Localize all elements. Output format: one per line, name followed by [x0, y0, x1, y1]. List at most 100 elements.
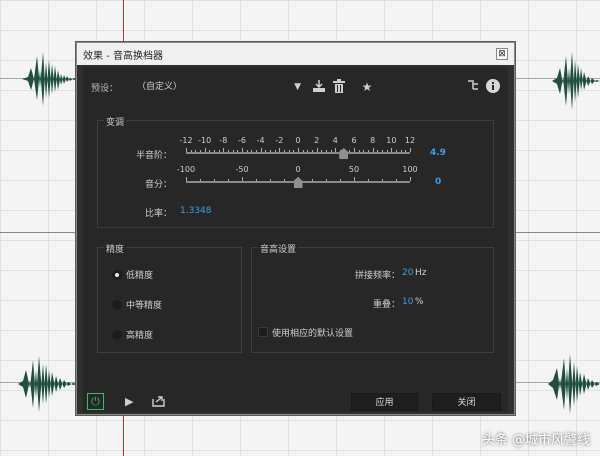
slider-tick: [326, 150, 327, 152]
close-icon[interactable]: ⊠: [496, 48, 508, 60]
star-icon[interactable]: ★: [359, 79, 375, 95]
slider-tick: [228, 150, 229, 152]
slider-tick: [368, 150, 369, 152]
radio-button[interactable]: [112, 329, 122, 340]
slider-tick: [298, 148, 299, 152]
pitch-transpose-group: 变调 半音阶： -12 -10 -8 -6 -4 -2 0 2 4 6 8 10 12 4.9 音分： …: [97, 115, 494, 228]
scale-tick-label: -50: [235, 165, 249, 174]
waveform-right-top: [552, 50, 600, 112]
slider-tick: [256, 179, 257, 181]
slider-tick: [410, 148, 411, 152]
cents-slider-thumb[interactable]: [293, 177, 303, 188]
waveform-left-bottom: [18, 354, 78, 414]
slider-tick: [270, 179, 271, 181]
overlap-value[interactable]: 10: [402, 297, 413, 307]
slider-tick: [391, 148, 393, 152]
ratio-label: 比率：: [144, 209, 172, 219]
slider-tick: [293, 150, 295, 152]
pitch-shifter-dialog: 效果 - 音高换档器 ⊠ 预设： （自定义） ▼ ★ 变调 半音阶： -12 -…: [76, 42, 515, 415]
slider-tick: [242, 177, 243, 181]
slider-tick: [232, 150, 234, 152]
slider-tick: [186, 148, 187, 152]
close-button[interactable]: 关闭: [432, 393, 501, 411]
scale-tick-label: 50: [348, 165, 360, 174]
slider-tick: [349, 150, 351, 152]
slider-tick: [214, 179, 215, 181]
dialog-footer: ⏻ ▶ 应用 关闭: [83, 391, 508, 412]
slider-tick: [354, 148, 355, 152]
radio-button[interactable]: [112, 299, 122, 310]
semitone-value[interactable]: 4.9: [430, 148, 446, 158]
slider-tick: [274, 150, 276, 152]
scale-tick-label: 2: [314, 136, 320, 145]
slider-tick: [251, 150, 253, 152]
apply-button[interactable]: 应用: [351, 393, 418, 411]
slider-tick: [405, 150, 407, 152]
waveform-right-bottom: [548, 354, 600, 414]
slider-tick: [256, 150, 257, 152]
slider-tick: [377, 150, 379, 152]
slider-tick: [386, 150, 388, 152]
preset-row: 预设： （自定义） ▼ ★: [83, 67, 508, 107]
slider-tick: [260, 148, 262, 152]
play-icon[interactable]: ▶: [125, 395, 133, 408]
use-default-checkbox[interactable]: [258, 327, 268, 337]
slider-tick: [321, 150, 323, 152]
slider-tick: [279, 148, 281, 152]
preset-dropdown[interactable]: （自定义） ▼: [127, 78, 303, 96]
dialog-titlebar[interactable]: 效果 - 音高换档器: [77, 43, 514, 65]
download-icon[interactable]: [311, 79, 327, 95]
dialog-title: 效果 - 音高换档器: [83, 50, 163, 62]
routing-icon[interactable]: [465, 79, 481, 95]
scale-tick-label: 0: [295, 136, 301, 145]
trash-icon[interactable]: [331, 79, 347, 95]
slider-tick: [200, 150, 201, 152]
slider-tick: [270, 150, 271, 152]
overlap-unit: %: [415, 297, 424, 307]
slider-tick: [265, 150, 267, 152]
slider-tick: [223, 148, 225, 152]
dialog-body: 预设： （自定义） ▼ ★ 变调 半音阶： -12 -10 -8 -6 -4 -2 0: [83, 67, 508, 412]
radio-high-precision[interactable]: 高精度: [112, 328, 153, 341]
splice-frequency-value[interactable]: 20: [402, 268, 413, 278]
overlap-label: 重叠：: [372, 300, 400, 310]
radio-medium-precision[interactable]: 中等精度: [112, 298, 162, 311]
scale-tick-label: -2: [275, 136, 284, 145]
scale-tick-label: -12: [179, 136, 193, 145]
precision-group-title: 精度: [104, 242, 127, 255]
ratio-value: 1.3348: [180, 206, 212, 216]
scale-tick-label: -100: [176, 165, 196, 174]
waveform-left-top: [22, 48, 78, 110]
slider-tick: [284, 150, 285, 152]
cents-value[interactable]: 0: [435, 177, 441, 187]
semitone-track[interactable]: [186, 152, 410, 154]
slider-tick: [209, 150, 211, 152]
scale-tick-label: -4: [256, 136, 265, 145]
scale-tick-label: -10: [198, 136, 212, 145]
slider-tick: [330, 150, 332, 152]
slider-tick: [200, 179, 201, 181]
slider-tick: [382, 179, 383, 181]
use-default-label: 使用相应的默认设置: [272, 329, 354, 339]
cents-label: 音分：: [144, 180, 172, 190]
scale-tick-label: 0: [295, 165, 301, 174]
chevron-down-icon: ▼: [294, 82, 301, 92]
slider-tick: [326, 179, 327, 181]
slider-tick: [410, 177, 411, 181]
slider-tick: [335, 148, 337, 152]
scale-tick-label: 4: [332, 136, 338, 145]
slider-tick: [237, 150, 239, 152]
slider-tick: [340, 179, 341, 181]
power-toggle-icon[interactable]: ⏻: [87, 393, 104, 410]
splice-frequency-label: 拼接频率：: [354, 271, 400, 281]
slider-tick: [228, 179, 229, 181]
scale-tick-label: 100: [402, 165, 418, 174]
info-icon[interactable]: [485, 79, 501, 95]
slider-tick: [312, 150, 313, 152]
precision-group: 精度 低精度 中等精度 高精度: [97, 242, 242, 353]
scale-tick-label: 12: [404, 136, 416, 145]
radio-low-precision[interactable]: 低精度: [112, 268, 153, 281]
slider-tick: [312, 179, 313, 181]
loop-export-icon[interactable]: [152, 395, 165, 410]
radio-button[interactable]: [112, 269, 122, 280]
